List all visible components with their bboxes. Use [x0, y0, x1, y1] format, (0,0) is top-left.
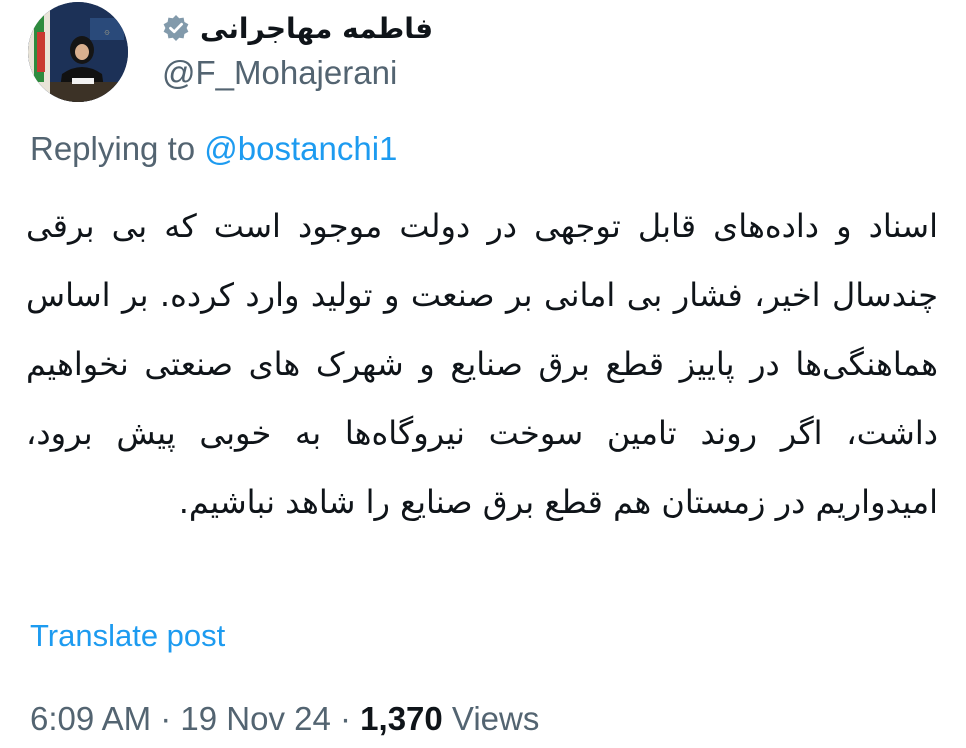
meta-separator: · [151, 700, 181, 737]
tweet-metadata: 6:09 AM · 19 Nov 24 · 1,370 Views [30, 700, 539, 738]
author-handle[interactable]: @F_Mohajerani [162, 54, 397, 92]
tweet-time[interactable]: 6:09 AM [30, 700, 151, 737]
views-label: Views [442, 700, 540, 737]
author-avatar[interactable]: ۞ [28, 2, 128, 102]
meta-separator: · [330, 700, 361, 737]
tweet-text: اسناد و داده‌های قابل توجهی در دولت موجو… [26, 207, 938, 521]
replying-to: Replying to @bostanchi1 [30, 130, 397, 168]
translate-post-link[interactable]: Translate post [30, 618, 225, 654]
author-display-name[interactable]: فاطمه مهاجرانی [200, 12, 433, 45]
svg-text:۞: ۞ [104, 27, 110, 37]
author-name-row[interactable]: فاطمه مهاجرانی [162, 8, 433, 48]
views-count: 1,370 [360, 700, 443, 737]
tweet-date[interactable]: 19 Nov 24 [180, 700, 330, 737]
reply-mention-link[interactable]: @bostanchi1 [204, 130, 397, 167]
profile-photo-icon: ۞ [28, 2, 128, 102]
replying-to-label: Replying to [30, 130, 205, 167]
verified-badge-icon [162, 14, 190, 42]
